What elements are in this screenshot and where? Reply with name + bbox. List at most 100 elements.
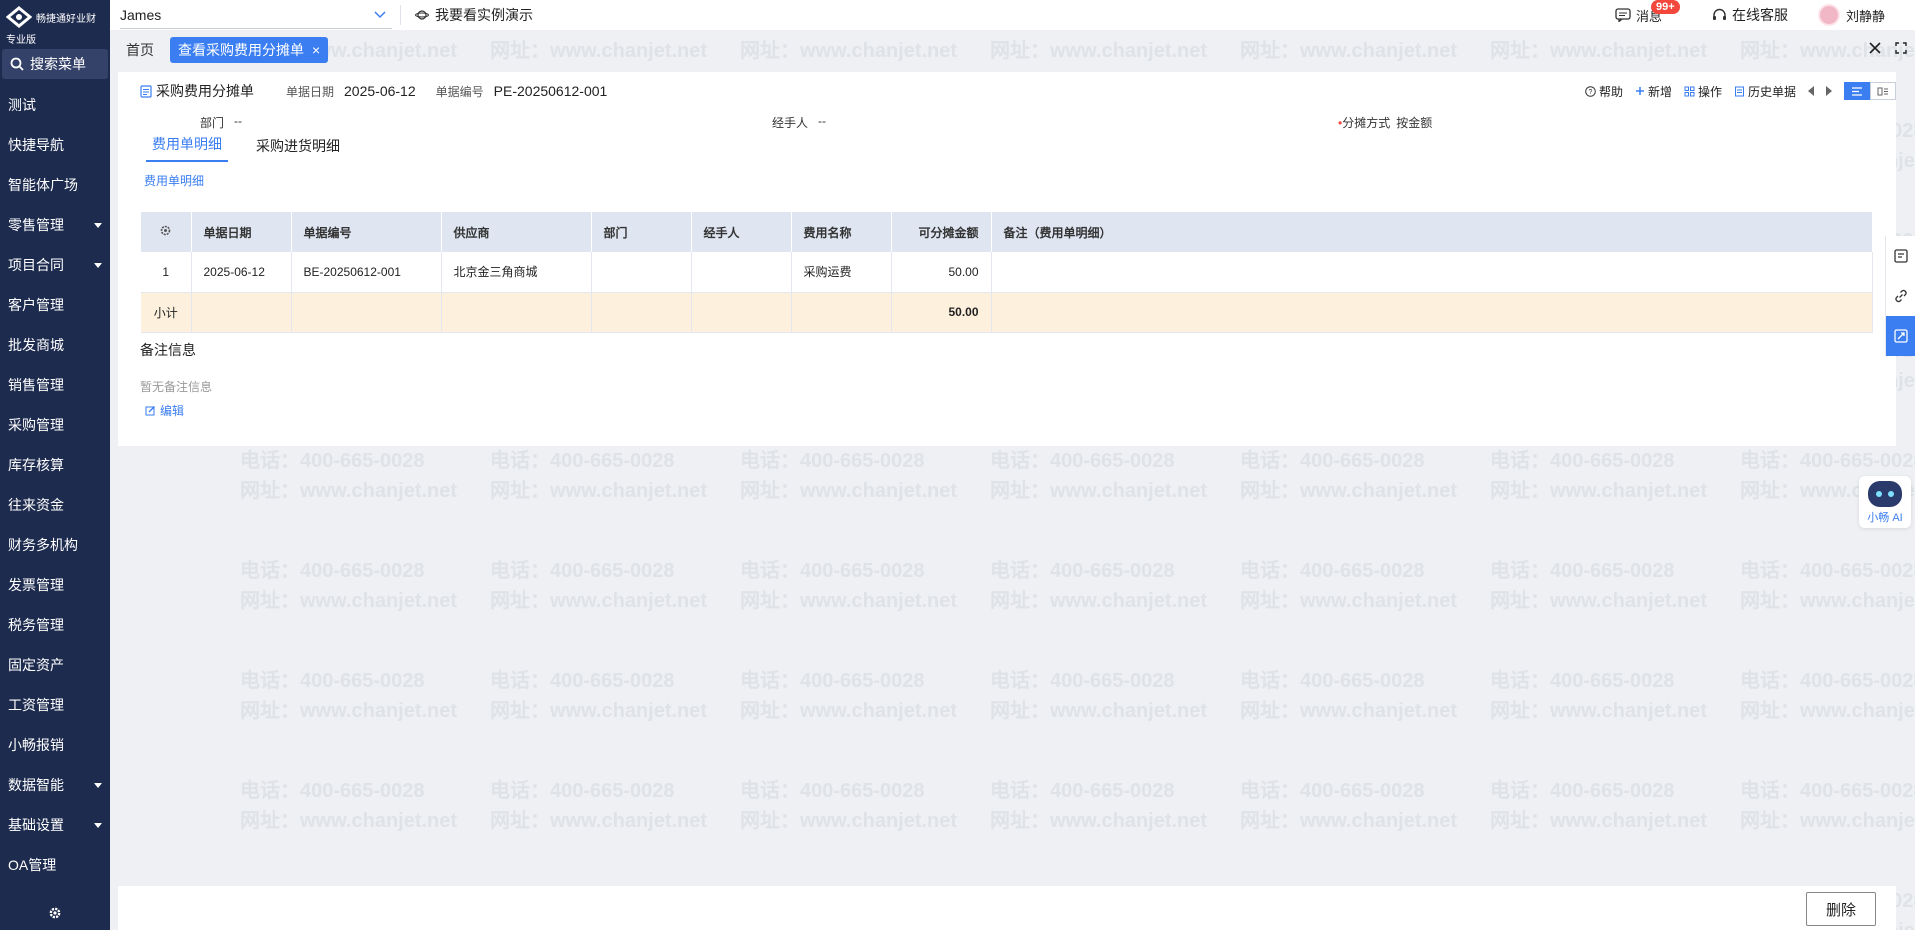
sidebar-item[interactable]: 往来资金	[0, 485, 110, 525]
watermark-phone: 电话：400-665-0028	[990, 450, 1175, 472]
settings-button[interactable]	[0, 896, 110, 930]
sidebar-item-label: 税务管理	[8, 617, 64, 633]
col-header-handler[interactable]: 经手人	[691, 212, 792, 252]
column-settings-cell[interactable]	[141, 212, 192, 252]
sidebar-item[interactable]: 销售管理	[0, 365, 110, 405]
sidebar-item[interactable]: 项目合同	[0, 245, 110, 285]
sidebar-item[interactable]: 工资管理	[0, 685, 110, 725]
operations-button[interactable]: 操作	[1684, 83, 1722, 100]
watermark-website: 网址：www.chanjet.net	[990, 810, 1208, 832]
caret-down-icon	[94, 822, 102, 828]
watermark-phone: 电话：400-665-0028	[990, 780, 1175, 802]
cell-dept	[591, 252, 692, 293]
tab-view-purchase-expense-allocation[interactable]: 查看采购费用分摊单 ×	[170, 37, 329, 63]
caret-down-icon	[94, 222, 102, 228]
section-title-expense-details: 费用单明细	[144, 174, 205, 188]
sidebar-item-label: 测试	[8, 97, 36, 113]
sidebar-item[interactable]: 小畅报销	[0, 725, 110, 765]
sidebar-item[interactable]: 客户管理	[0, 285, 110, 325]
history-button[interactable]: 历史单据	[1734, 83, 1796, 100]
sidebar-item[interactable]: 固定资产	[0, 645, 110, 685]
tab-purchase-details[interactable]: 采购进货明细	[250, 136, 346, 162]
col-header-allocatable-amount[interactable]: 可分摊金额	[891, 212, 992, 252]
watermark-phone: 电话：400-665-0028	[490, 560, 675, 582]
watermark-phone: 电话：400-665-0028	[490, 450, 675, 472]
watermark-phone: 电话：400-665-0028	[1740, 450, 1915, 472]
demo-link[interactable]: 我要看实例演示	[415, 5, 533, 25]
table-row[interactable]: 1 2025-06-12 BE-20250612-001 北京金三角商城 采购运…	[141, 252, 1873, 293]
col-header-expense-name[interactable]: 费用名称	[791, 212, 892, 252]
delete-button[interactable]: 删除	[1806, 892, 1876, 926]
watermark-website: 网址：www.chanjet.net	[990, 700, 1208, 722]
prev-record-icon[interactable]	[1808, 86, 1814, 96]
caret-down-icon	[94, 782, 102, 788]
card-view-button[interactable]	[1870, 82, 1896, 100]
sidebar-item[interactable]: 快捷导航	[0, 125, 110, 165]
brand-logo-icon	[6, 6, 32, 28]
subtotal-empty-cell	[791, 292, 892, 333]
dept-value: --	[234, 114, 243, 128]
col-header-supplier[interactable]: 供应商	[441, 212, 592, 252]
expand-button[interactable]	[1885, 316, 1915, 356]
watermark-phone: 电话：400-665-0028	[1240, 560, 1425, 582]
watermark-phone: 电话：400-665-0028	[240, 670, 425, 692]
search-menu-button[interactable]: 搜索菜单	[2, 49, 108, 79]
help-icon: ?	[1585, 85, 1596, 97]
sidebar-item-label: 往来资金	[8, 497, 64, 513]
ai-assistant-button[interactable]: 小畅 AI	[1859, 476, 1911, 528]
remarks-title: 备注信息	[140, 342, 196, 358]
sidebar-item[interactable]: 零售管理	[0, 205, 110, 245]
help-button[interactable]: ? 帮助	[1585, 83, 1623, 100]
notes-icon	[1893, 249, 1908, 263]
sidebar-item[interactable]: 发票管理	[0, 565, 110, 605]
brand-logo: 畅捷通好业财 专业版	[0, 0, 110, 46]
demo-label: 我要看实例演示	[435, 7, 533, 23]
fullscreen-button[interactable]	[1895, 41, 1907, 59]
message-icon	[1615, 8, 1631, 22]
watermark-website: 网址：www.chanjet.net	[240, 590, 458, 612]
sidebar-item[interactable]: 数据智能	[0, 765, 110, 805]
company-selector[interactable]: James	[120, 1, 392, 29]
new-button[interactable]: 新增	[1635, 83, 1672, 100]
close-all-tabs-button[interactable]	[1869, 41, 1881, 59]
sidebar-item-label: 财务多机构	[8, 537, 78, 553]
sidebar-item-label: 小畅报销	[8, 737, 64, 753]
list-view-button[interactable]	[1844, 82, 1870, 100]
messages-badge: 99+	[1650, 0, 1680, 14]
dept-field: 部门 --	[200, 114, 242, 131]
messages-button[interactable]: 消息 99+	[1615, 0, 1680, 25]
next-record-icon[interactable]	[1826, 86, 1832, 96]
plus-icon	[1635, 87, 1644, 95]
watermark-website: 网址：www.chanjet.net	[1490, 480, 1708, 502]
sidebar-nav: 测试快捷导航 智能体广场 零售管理 项目合同 客户管理 批发商城 销售管理 采购管理 库存核算往…	[0, 85, 110, 885]
watermark-phone: 电话：400-665-0028	[1240, 450, 1425, 472]
col-header-doc-no[interactable]: 单据编号	[291, 212, 442, 252]
col-header-remark[interactable]: 备注（费用单明细）	[991, 212, 1873, 252]
sidebar-item[interactable]: 批发商城	[0, 325, 110, 365]
sidebar-item[interactable]: 基础设置	[0, 805, 110, 845]
card-view-icon	[1877, 87, 1888, 95]
sidebar-item[interactable]: 智能体广场	[0, 165, 110, 205]
sidebar-item[interactable]: 财务多机构	[0, 525, 110, 565]
online-service-button[interactable]: 在线客服	[1712, 5, 1788, 25]
sidebar-item[interactable]: 库存核算	[0, 445, 110, 485]
link-button[interactable]	[1885, 276, 1915, 316]
tab-home[interactable]: 首页	[126, 40, 154, 60]
sidebar-item[interactable]: 采购管理	[0, 405, 110, 445]
col-header-dept[interactable]: 部门	[591, 212, 692, 252]
sidebar-item[interactable]: OA管理	[0, 845, 110, 885]
close-icon[interactable]: ×	[312, 42, 320, 58]
sidebar-item[interactable]: 税务管理	[0, 605, 110, 645]
edit-remarks-button[interactable]: 编辑	[145, 402, 184, 419]
col-header-date[interactable]: 单据日期	[191, 212, 292, 252]
brand-edition: 专业版	[6, 35, 36, 46]
sidebar-item[interactable]: 测试	[0, 85, 110, 125]
tab-expense-details[interactable]: 费用单明细	[146, 134, 228, 162]
doc-no-label: 单据编号	[435, 84, 484, 99]
tab-bar: 首页 查看采购费用分摊单 ×	[110, 34, 1915, 66]
user-menu[interactable]: 刘静静	[1817, 4, 1885, 26]
notes-button[interactable]	[1885, 236, 1915, 276]
divider	[400, 5, 401, 25]
document-title-tab: 采购费用分摊单	[118, 72, 268, 110]
watermark-website: 网址：www.chanjet.net	[740, 700, 958, 722]
